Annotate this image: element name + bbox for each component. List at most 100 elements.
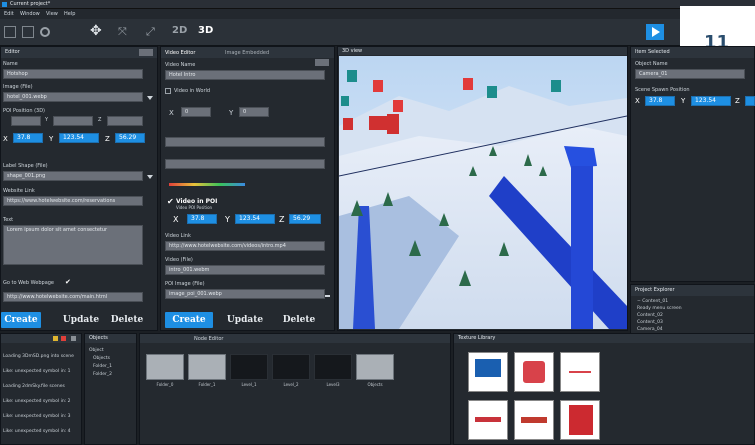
url-field[interactable]: https://www.hotelwebsite.com/reservation…: [3, 196, 143, 206]
left-create-button[interactable]: Create: [1, 312, 41, 328]
bottom-link-field[interactable]: http://www.hotelwebsite.com/main.html: [3, 292, 143, 302]
video-field-a[interactable]: [165, 137, 325, 147]
video-file-field[interactable]: intro_001.webm: [165, 265, 325, 275]
video-name-field[interactable]: Hotel Intro: [165, 70, 325, 80]
tree-item[interactable]: − Content_01: [637, 299, 668, 304]
video-panel-close-button[interactable]: [315, 59, 329, 66]
text-area[interactable]: Lorem ipsum dolor sit amet consectetur: [3, 225, 143, 265]
image-field[interactable]: hotel_001.webp: [3, 92, 143, 102]
left-update-button[interactable]: Update: [61, 312, 101, 328]
clear-log-icon[interactable]: [71, 336, 76, 341]
video-poi-checkbox[interactable]: ✔: [167, 197, 174, 206]
menu-view[interactable]: View: [46, 11, 58, 17]
left-z-value[interactable]: 56.29: [115, 133, 145, 143]
error-count-icon[interactable]: [61, 336, 66, 341]
folder-item-0[interactable]: [146, 354, 184, 380]
mode-3d-button[interactable]: 3D: [198, 25, 213, 36]
objects-folder-item[interactable]: [356, 354, 394, 380]
video-y-field[interactable]: 0: [239, 107, 269, 117]
texture-ruka-logo[interactable]: [468, 352, 508, 392]
warning-count-icon[interactable]: [53, 336, 58, 341]
scene-position-label: Scene Spawn Position: [635, 87, 690, 93]
folder-item-1[interactable]: [188, 354, 226, 380]
video-y2-value[interactable]: 123.54: [235, 214, 275, 224]
left-delete-button[interactable]: Delete: [107, 312, 147, 328]
menu-help[interactable]: Help: [64, 11, 75, 17]
texture-ruka-mountain[interactable]: [560, 400, 600, 440]
texture-red-text[interactable]: [560, 352, 600, 392]
right-z-axis: Z: [735, 97, 740, 105]
video-poi-pos-label: Video POI Position: [176, 205, 213, 210]
poi-marker-teal-2: [487, 86, 497, 98]
video-editor-panel: Video Editor Image Embedded Video Name H…: [160, 46, 335, 331]
left-x-value[interactable]: 37.8: [13, 133, 43, 143]
level-item-1[interactable]: [272, 354, 310, 380]
texture-pellon[interactable]: [514, 400, 554, 440]
video-x-field[interactable]: 0: [181, 107, 211, 117]
shape-field[interactable]: shape_001.png: [3, 171, 143, 181]
ski-resort-3d-view[interactable]: [339, 56, 627, 329]
texture-dalarna-horse[interactable]: [514, 352, 554, 392]
poi-dropdown-icon[interactable]: [325, 295, 330, 297]
shape-dropdown-icon[interactable]: [147, 175, 153, 179]
title-bar: Current project*: [0, 0, 755, 9]
objects-tree-item[interactable]: Object: [89, 348, 104, 353]
log-entry: Loading 2dmSky.file scenes: [3, 384, 65, 389]
level-label-1: Level_2: [283, 382, 299, 387]
rotate-icon[interactable]: ⤧: [118, 26, 127, 37]
video-update-button[interactable]: Update: [223, 312, 267, 328]
video-world-checkbox[interactable]: [165, 88, 171, 94]
left-x-field[interactable]: [11, 116, 41, 126]
tree-item[interactable]: Content_03: [637, 320, 663, 325]
menu-edit[interactable]: Edit: [4, 11, 14, 17]
tree-item[interactable]: Content_02: [637, 313, 663, 318]
name-field[interactable]: Hotshop: [3, 69, 143, 79]
name-label: Name: [3, 61, 18, 67]
image-dropdown-icon[interactable]: [147, 96, 153, 100]
mode-2d-button[interactable]: 2D: [172, 25, 187, 36]
texture-nordea[interactable]: [468, 400, 508, 440]
play-button[interactable]: [646, 24, 664, 40]
objects-tree-item[interactable]: Folder_2: [93, 372, 112, 377]
node-editor-tab[interactable]: Node Editor: [194, 336, 223, 342]
right-x-value[interactable]: 37.8: [645, 96, 675, 106]
texture-library-panel: Texture Library: [453, 333, 755, 445]
log-entry: Like: unexpected symbol in: 3: [3, 414, 71, 419]
viewport-title: 3D view: [338, 47, 627, 55]
move-icon[interactable]: ✥: [90, 24, 102, 38]
level-item-0[interactable]: [230, 354, 268, 380]
toolbar: ✥ ⤧ ⤢ 2D 3D: [0, 19, 755, 46]
video-link-field[interactable]: http://www.hotelwebsite.com/videos/intro…: [165, 241, 325, 251]
open-icon[interactable]: [22, 26, 34, 38]
video-x2-value[interactable]: 37.8: [187, 214, 217, 224]
color-gradient-bar[interactable]: [169, 183, 245, 186]
video-field-b[interactable]: [165, 159, 325, 169]
video-delete-button[interactable]: Delete: [277, 312, 321, 328]
tree-item[interactable]: Camera_04: [637, 327, 663, 332]
folder-label-1: Folder_1: [198, 382, 216, 387]
right-z-value[interactable]: [745, 96, 755, 106]
scale-icon[interactable]: ⤢: [146, 26, 155, 37]
tab-image-embedded[interactable]: Image Embedded: [225, 50, 269, 56]
tab-video-editor[interactable]: Video Editor: [165, 50, 195, 56]
panel-close-button[interactable]: [139, 49, 153, 56]
settings-icon[interactable]: [40, 27, 50, 37]
objects-tree-item[interactable]: Folder_1: [93, 364, 112, 369]
left-y-field[interactable]: [53, 116, 93, 126]
webpage-checkbox[interactable]: ✔: [65, 278, 71, 286]
shape-label: Label Shape (File): [3, 163, 48, 169]
right-y-value[interactable]: 123.54: [691, 96, 731, 106]
objects-tree-item[interactable]: Objects: [93, 356, 110, 361]
save-icon[interactable]: [4, 26, 16, 38]
left-z-field[interactable]: [107, 116, 143, 126]
tree-item[interactable]: Ready menu screen: [637, 306, 682, 311]
play-icon: [652, 27, 660, 37]
menu-window[interactable]: Window: [20, 11, 40, 17]
video-create-button[interactable]: Create: [165, 312, 213, 328]
level-item-2[interactable]: [314, 354, 352, 380]
left-y-value[interactable]: 123.54: [59, 133, 99, 143]
video-z2-value[interactable]: 56.29: [289, 214, 321, 224]
ski-jump-tower: [571, 166, 593, 329]
object-name-field[interactable]: Camera_01: [635, 69, 745, 79]
poi-image-field[interactable]: image_poi_001.webp: [165, 289, 325, 299]
